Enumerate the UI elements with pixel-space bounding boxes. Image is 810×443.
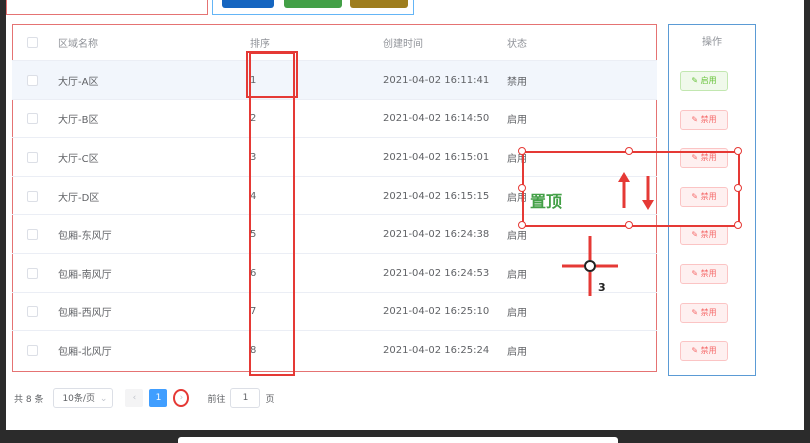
row-checkbox[interactable]: [27, 267, 38, 279]
row-created: 2021-04-02 16:11:41: [383, 74, 490, 86]
row-checkbox[interactable]: [27, 344, 38, 356]
bottom-bar: [178, 437, 618, 443]
resize-handle[interactable]: [518, 221, 526, 229]
toolbar-button-blue[interactable]: [222, 0, 274, 8]
row-status: 启用: [507, 346, 527, 358]
row-toggle-button[interactable]: ✎ 禁用: [680, 341, 728, 362]
row-toggle-button[interactable]: ✎ 禁用: [680, 225, 728, 246]
header-name: 区域名称: [58, 38, 98, 50]
table-row[interactable]: 大厅-A区 1 2021-04-02 16:11:41 禁用: [12, 60, 657, 100]
resize-handle[interactable]: [518, 184, 526, 192]
edit-icon: ✎: [691, 307, 701, 317]
row-toggle-button[interactable]: ✎ 禁用: [680, 302, 728, 323]
next-page-button[interactable]: ›: [173, 389, 190, 407]
header-created[interactable]: 创建时间: [383, 35, 507, 50]
row-toggle-button[interactable]: ✎ 禁用: [680, 109, 728, 130]
row-name: 大厅-D区: [58, 192, 100, 204]
header-ops: 操作: [702, 37, 722, 48]
toolbar-strip: [6, 0, 804, 16]
resize-handle[interactable]: [625, 221, 633, 229]
pin-label: 置顶: [530, 192, 563, 211]
row-name: 包厢-北风厅: [58, 346, 112, 358]
goto-prefix: 前往: [207, 394, 226, 405]
prev-page-button[interactable]: ‹: [125, 389, 144, 407]
goto-suffix: 页: [265, 394, 275, 405]
marker-number: 3: [598, 281, 606, 294]
header-status: 状态: [507, 38, 527, 50]
row-name: 大厅-C区: [58, 153, 99, 165]
row-created: 2021-04-02 16:24:53: [383, 267, 490, 279]
row-toggle-button[interactable]: ✎ 禁用: [680, 264, 728, 284]
row-created: 2021-04-02 16:25:10: [383, 306, 490, 318]
row-created: 2021-04-02 16:14:50: [383, 113, 490, 125]
up-down-arrows-icon: [618, 172, 654, 210]
row-checkbox[interactable]: [27, 74, 38, 86]
header-sort[interactable]: 排序: [250, 35, 383, 50]
resize-handle[interactable]: [734, 221, 742, 229]
row-toggle-button[interactable]: ✎ 启用: [680, 71, 728, 91]
row-created: 2021-04-02 16:15:15: [383, 190, 490, 202]
row-name: 包厢-西风厅: [58, 308, 112, 320]
toolbar-outline-red: [6, 0, 208, 15]
select-all-checkbox[interactable]: [27, 36, 38, 48]
row-status: 启用: [507, 115, 527, 127]
row-created: 2021-04-02 16:15:01: [383, 151, 490, 163]
row-name: 大厅-A区: [58, 76, 99, 88]
row-checkbox[interactable]: [27, 306, 38, 318]
crosshair-marker-icon: [562, 236, 618, 296]
table-row[interactable]: 大厅-B区 2 2021-04-02 16:14:50 启用: [12, 98, 657, 139]
row-name: 包厢-东风厅: [58, 231, 112, 243]
edit-icon: ✎: [691, 230, 701, 240]
row-created: 2021-04-02 16:24:38: [383, 229, 490, 241]
resize-handle[interactable]: [734, 147, 742, 155]
row-checkbox[interactable]: [27, 229, 38, 241]
page-size-select[interactable]: 10条/页 ⌄: [53, 388, 114, 408]
edit-icon: ✎: [691, 269, 701, 278]
sort-column-box: [249, 52, 295, 376]
row-checkbox[interactable]: [27, 113, 38, 125]
row-checkbox[interactable]: [27, 190, 38, 202]
row-created: 2021-04-02 16:25:24: [383, 344, 490, 356]
resize-handle[interactable]: [518, 147, 526, 155]
toolbar-button-olive[interactable]: [350, 0, 408, 8]
goto-page-input[interactable]: 1: [230, 388, 261, 408]
row-name: 大厅-B区: [58, 115, 99, 127]
pagination: 共 8 条 10条/页 ⌄ ‹ 1 › 前往 1 页: [14, 387, 274, 409]
row-status: 启用: [507, 308, 527, 320]
edit-icon: ✎: [691, 76, 701, 85]
chevron-down-icon: ⌄: [99, 394, 108, 404]
row-checkbox[interactable]: [27, 151, 38, 163]
row-name: 包厢-南风厅: [58, 269, 112, 281]
edit-icon: ✎: [691, 346, 701, 356]
row-status: 禁用: [507, 76, 527, 88]
resize-handle[interactable]: [625, 147, 633, 155]
table-row[interactable]: 包厢-北风厅 8 2021-04-02 16:25:24 启用: [12, 330, 657, 370]
edit-icon: ✎: [691, 114, 701, 124]
resize-handle[interactable]: [734, 184, 742, 192]
toolbar-button-green[interactable]: [284, 0, 342, 8]
page-1-button[interactable]: 1: [149, 389, 168, 407]
pagination-total: 共 8 条: [14, 394, 44, 405]
table-header: 区域名称 排序 创建时间 状态: [12, 24, 657, 60]
